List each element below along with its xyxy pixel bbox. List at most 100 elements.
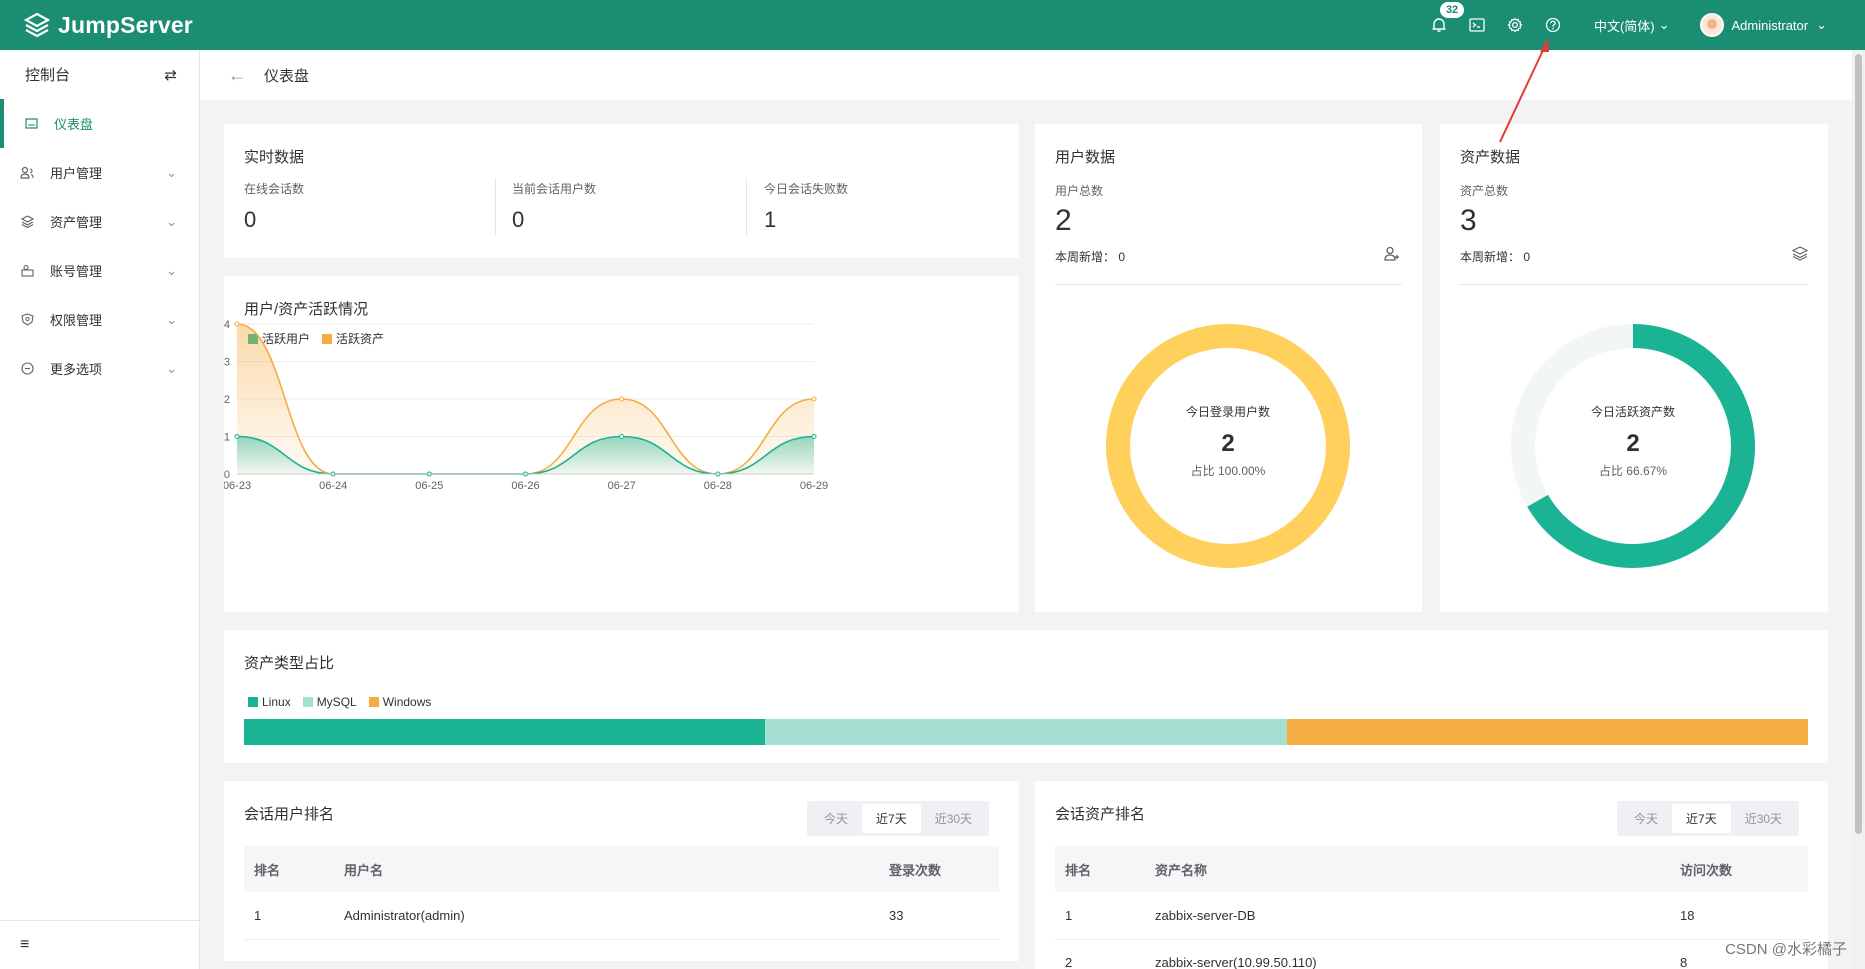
donut-label: 今日活跃资产数 xyxy=(1591,404,1675,419)
sidebar-item-more[interactable]: 更多选项 ⌄ xyxy=(0,344,199,393)
help-button[interactable] xyxy=(1534,0,1572,50)
sidebar: 控制台 ⇄ 仪表盘 用户管理 ⌄ 资产管理 ⌄ 账号管理 ⌄ 权限管理 ⌄ 更多… xyxy=(0,50,200,969)
collapse-menu-icon: ≡ xyxy=(20,936,30,953)
chevron-down-icon: ⌄ xyxy=(166,213,177,229)
series-area xyxy=(237,436,814,474)
legend-label: MySQL xyxy=(316,695,357,709)
tab-today[interactable]: 今天 xyxy=(1620,804,1672,833)
stat-label: 当前会话用户数 xyxy=(512,182,597,196)
tab-today[interactable]: 今天 xyxy=(810,804,862,833)
period-switch: 今天 近7天 近30天 xyxy=(807,801,990,836)
breadcrumb: ← 仪表盘 xyxy=(200,50,1852,100)
type-segment-linux[interactable] xyxy=(244,719,766,745)
legend-swatch xyxy=(248,697,258,707)
more-icon xyxy=(20,362,34,376)
sidebar-header: 控制台 ⇄ xyxy=(0,50,199,99)
session-assets-title: 会话资产排名 xyxy=(1055,806,1146,823)
bell-icon xyxy=(1432,18,1446,32)
x-tick-label: 06-29 xyxy=(800,480,828,492)
divider xyxy=(495,178,496,236)
shield-icon xyxy=(20,313,34,327)
notification-button[interactable]: 32 xyxy=(1420,0,1465,50)
divider xyxy=(1460,284,1808,285)
terminal-button[interactable] xyxy=(1458,0,1496,50)
sidebar-item-label: 更多选项 xyxy=(50,362,103,377)
column-header: 用户名 xyxy=(334,846,879,892)
asset-name-cell: zabbix-server(10.99.50.110) xyxy=(1145,939,1670,969)
count-cell: 33 xyxy=(879,892,999,940)
legend-item[interactable]: Linux xyxy=(248,695,291,709)
tab-30days[interactable]: 近30天 xyxy=(921,804,986,833)
top-actions: 32 中文(简体) ⌄ Administrator ⌄ xyxy=(1420,0,1827,50)
sidebar-item-users[interactable]: 用户管理 ⌄ xyxy=(0,148,199,197)
asset-total-label: 资产总数 xyxy=(1460,184,1509,198)
column-header: 资产名称 xyxy=(1145,846,1670,892)
user-weekly-new: 本周新增： 0 xyxy=(1055,250,1126,264)
activity-chart: 0123406-23 06-24 06-25 06-26 06-27 06-28 06-29 xyxy=(224,319,828,492)
chevron-down-icon: ⌄ xyxy=(1658,17,1670,32)
vertical-scrollbar[interactable] xyxy=(1852,50,1865,969)
scrollbar-thumb[interactable] xyxy=(1855,54,1862,834)
asset-data-card: 资产数据 资产总数 3 本周新增： 0 今日活跃资产数 2 占比 66.67% xyxy=(1440,124,1828,612)
data-point xyxy=(619,396,625,402)
realtime-title: 实时数据 xyxy=(244,149,305,166)
table-row: 1 zabbix-server-DB 18 xyxy=(1055,892,1808,940)
tab-7days[interactable]: 近7天 xyxy=(1672,804,1731,833)
help-icon xyxy=(1545,17,1561,33)
sidebar-item-label: 仪表盘 xyxy=(54,117,94,132)
x-tick-label: 06-23 xyxy=(224,480,251,492)
session-users-card: 会话用户排名 今天 近7天 近30天 排名 用户名 登录次数 1 Adminis… xyxy=(224,781,1019,961)
language-selector[interactable]: 中文(简体) ⌄ xyxy=(1594,16,1670,35)
legend-swatch xyxy=(302,697,313,707)
period-switch: 今天 近7天 近30天 xyxy=(1617,801,1800,836)
account-icon xyxy=(20,264,34,278)
donut-label: 今日登录用户数 xyxy=(1186,404,1270,419)
type-segment-windows[interactable] xyxy=(1286,719,1808,745)
table-row: 1 Administrator(admin) 33 xyxy=(244,892,999,940)
table-row: 2 zabbix-server(10.99.50.110) 8 xyxy=(1055,939,1808,969)
data-point xyxy=(811,434,817,439)
series-line xyxy=(236,435,815,475)
settings-button[interactable] xyxy=(1496,0,1534,50)
username-cell: Administrator(admin) xyxy=(334,892,879,940)
y-tick-label: 2 xyxy=(224,394,230,406)
legend-item[interactable]: MySQL xyxy=(302,695,357,709)
divider xyxy=(746,178,747,236)
column-header: 登录次数 xyxy=(879,846,999,892)
sidebar-item-dashboard[interactable]: 仪表盘 xyxy=(0,99,199,148)
donut-ratio: 占比 66.67% xyxy=(1599,463,1667,478)
sidebar-item-label: 账号管理 xyxy=(50,264,103,279)
chevron-down-icon: ⌄ xyxy=(166,360,177,376)
sidebar-item-accounts[interactable]: 账号管理 ⌄ xyxy=(0,246,199,295)
sidebar-item-permissions[interactable]: 权限管理 ⌄ xyxy=(0,295,199,344)
donut-value: 2 xyxy=(1221,430,1234,457)
page-title: 仪表盘 xyxy=(264,67,310,85)
asset-name-cell: zabbix-server-DB xyxy=(1145,892,1670,940)
switch-view-icon[interactable]: ⇄ xyxy=(164,66,177,84)
gear-icon xyxy=(1507,17,1523,33)
users-icon xyxy=(20,166,34,180)
tab-7days[interactable]: 近7天 xyxy=(862,804,921,833)
app-logo[interactable]: JumpServer xyxy=(24,12,193,39)
data-point xyxy=(234,321,240,327)
app-name: JumpServer xyxy=(58,11,193,38)
stat-label: 在线会话数 xyxy=(244,182,305,196)
user-menu[interactable]: Administrator ⌄ xyxy=(1699,13,1827,37)
sidebar-collapse-button[interactable]: ≡ xyxy=(0,920,199,969)
user-data-title: 用户数据 xyxy=(1055,149,1116,166)
users-icon xyxy=(1384,246,1402,266)
sidebar-item-assets[interactable]: 资产管理 ⌄ xyxy=(0,197,199,246)
table-header: 排名 用户名 登录次数 xyxy=(244,846,999,892)
chevron-down-icon: ⌄ xyxy=(166,164,177,180)
x-tick-label: 06-28 xyxy=(704,480,732,492)
language-label: 中文(简体) xyxy=(1593,18,1655,34)
type-segment-mysql[interactable] xyxy=(765,719,1287,745)
asset-types-legend: Linux MySQL Windows xyxy=(248,695,431,709)
data-point xyxy=(619,434,625,439)
legend-item[interactable]: Windows xyxy=(368,695,431,709)
y-tick-label: 4 xyxy=(224,319,230,331)
user-name: Administrator xyxy=(1731,17,1809,33)
table-header: 排名 资产名称 访问次数 xyxy=(1055,846,1808,892)
tab-30days[interactable]: 近30天 xyxy=(1731,804,1796,833)
back-arrow-icon[interactable]: ← xyxy=(228,65,246,86)
